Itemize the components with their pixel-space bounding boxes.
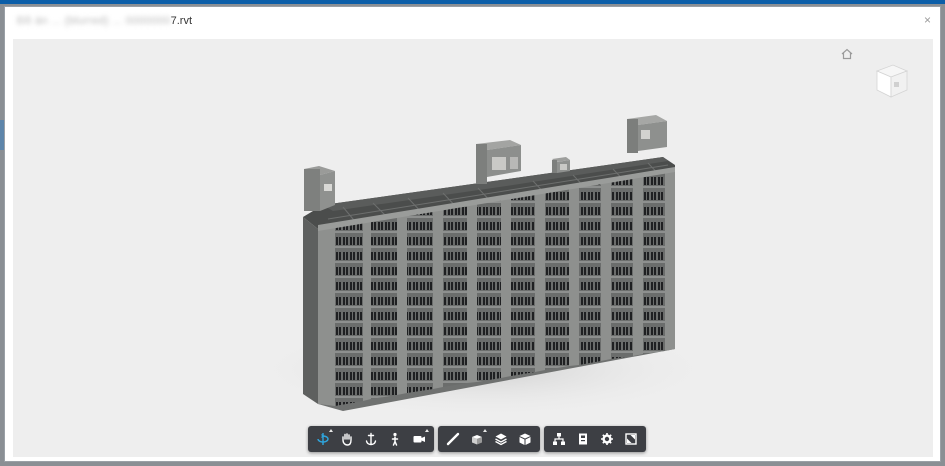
orbit-button[interactable] [311, 427, 335, 451]
anchor-zoom-icon [365, 432, 377, 446]
toolbar-group-settings [544, 426, 646, 452]
properties-icon [579, 433, 587, 445]
section-box-icon [472, 435, 482, 445]
home-icon[interactable] [841, 48, 853, 60]
properties-button[interactable] [571, 427, 595, 451]
model-browser-button[interactable] [547, 427, 571, 451]
end-wall [303, 217, 318, 404]
camera-icon [413, 436, 425, 443]
zoom-button[interactable] [359, 427, 383, 451]
building-model[interactable] [13, 39, 933, 457]
section-menu-caret [483, 429, 487, 432]
viewer-modal: Đồ án ... (blurred) ... 00000007.rvt × [4, 6, 941, 462]
first-person-button[interactable] [383, 427, 407, 451]
layers-icon [495, 433, 507, 446]
viewcube[interactable] [871, 59, 913, 101]
hand-icon [342, 433, 352, 446]
app-header-strip [0, 0, 945, 4]
fullscreen-button[interactable] [619, 427, 643, 451]
orbit-icon [317, 433, 329, 445]
pan-button[interactable] [335, 427, 359, 451]
camera-button[interactable] [407, 427, 431, 451]
model-view-button[interactable] [513, 427, 537, 451]
viewer-toolbar [308, 426, 646, 452]
ruler-icon [446, 432, 460, 446]
cube-icon [519, 433, 531, 445]
3d-viewport[interactable] [13, 39, 933, 457]
modal-title: Đồ án ... (blurred) ... 00000007.rvt [17, 15, 192, 27]
section-button[interactable] [465, 427, 489, 451]
title-file-extension: 7.rvt [170, 15, 193, 27]
close-button[interactable]: × [924, 14, 931, 26]
rooftop-stair-left [304, 166, 335, 211]
settings-button[interactable] [595, 427, 619, 451]
explode-button[interactable] [489, 427, 513, 451]
rooftop-stair-right [627, 115, 667, 153]
orbit-menu-caret [329, 429, 333, 432]
person-icon [391, 432, 399, 446]
title-obscured: Đồ án ... (blurred) ... 0000000 [17, 15, 171, 27]
fullscreen-icon [625, 433, 637, 445]
toolbar-group-modeling [438, 426, 540, 452]
camera-menu-caret [425, 429, 429, 432]
gear-icon [601, 433, 613, 445]
toolbar-group-navigation [308, 426, 434, 452]
hierarchy-icon [553, 433, 565, 445]
measure-button[interactable] [441, 427, 465, 451]
